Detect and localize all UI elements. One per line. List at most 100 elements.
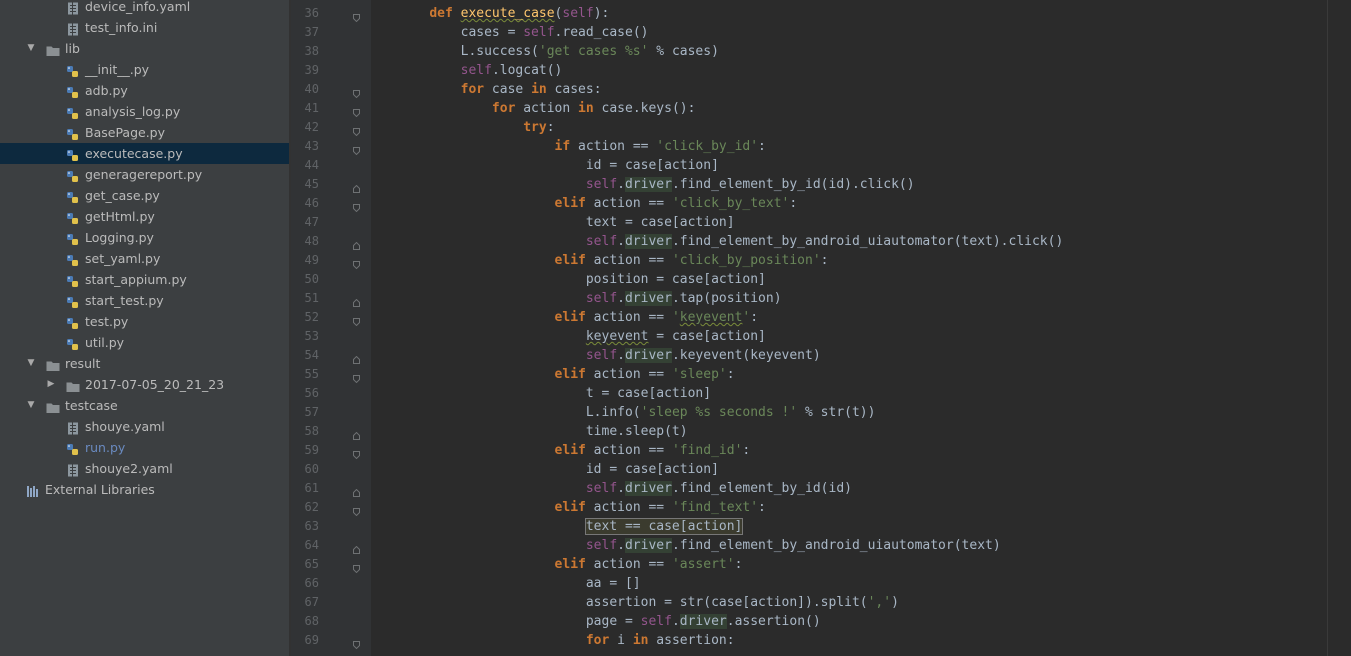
fold-start-icon[interactable] [353, 636, 360, 650]
code-line[interactable]: 57 L.info('sleep %s seconds !' % str(t)) [291, 403, 1351, 422]
tree-file[interactable]: getHtml.py [0, 206, 289, 227]
code-line[interactable]: 65 elif action == 'assert': [291, 555, 1351, 574]
tree-file[interactable]: test.py [0, 311, 289, 332]
code-line[interactable]: 41 for action in case.keys(): [291, 99, 1351, 118]
fold-end-icon[interactable] [353, 180, 360, 193]
fold-start-icon[interactable] [353, 313, 360, 327]
code-line[interactable]: 52 elif action == 'keyevent': [291, 308, 1351, 327]
code-line[interactable]: 40 for case in cases: [291, 80, 1351, 99]
line-number: 36 [304, 6, 319, 20]
expand-arrow-icon[interactable]: ▼ [26, 395, 36, 416]
code-text: self.driver.tap(position) [585, 291, 782, 306]
code-line[interactable]: 45 self.driver.find_element_by_id(id).cl… [291, 175, 1351, 194]
code-line[interactable]: 50 position = case[action] [291, 270, 1351, 289]
fold-end-icon[interactable] [353, 484, 360, 497]
line-number: 61 [304, 481, 319, 495]
fold-start-icon[interactable] [353, 370, 360, 384]
fold-start-icon[interactable] [353, 142, 360, 156]
tree-file[interactable]: Logging.py [0, 227, 289, 248]
tree-file[interactable]: set_yaml.py [0, 248, 289, 269]
fold-end-icon[interactable] [353, 541, 360, 554]
code-line[interactable]: 44 id = case[action] [291, 156, 1351, 175]
code-line[interactable]: 61 self.driver.find_element_by_id(id) [291, 479, 1351, 498]
tree-file[interactable]: shouye2.yaml [0, 458, 289, 479]
line-number: 64 [304, 538, 319, 552]
fold-start-icon[interactable] [353, 9, 360, 23]
tree-file[interactable]: device_info.yaml [0, 0, 289, 17]
tree-file[interactable]: get_case.py [0, 185, 289, 206]
code-line[interactable]: 67 assertion = str(case[action]).split('… [291, 593, 1351, 612]
code-line[interactable]: 54 self.driver.keyevent(keyevent) [291, 346, 1351, 365]
code-line[interactable]: 43 if action == 'click_by_id': [291, 137, 1351, 156]
line-number: 49 [304, 253, 319, 267]
tree-folder[interactable]: ▶ 2017-07-05_20_21_23 [0, 374, 289, 395]
fold-end-icon[interactable] [353, 237, 360, 250]
code-line[interactable]: 68 page = self.driver.assertion() [291, 612, 1351, 631]
expand-arrow-icon[interactable]: ▼ [26, 353, 36, 374]
collapse-arrow-icon[interactable]: ▶ [46, 374, 56, 395]
code-line[interactable]: 59 elif action == 'find_id': [291, 441, 1351, 460]
code-line[interactable]: 49 elif action == 'click_by_position': [291, 251, 1351, 270]
fold-start-icon[interactable] [353, 446, 360, 460]
tree-file[interactable]: External Libraries [0, 479, 289, 500]
line-number: 42 [304, 120, 319, 134]
tree-file[interactable]: BasePage.py [0, 122, 289, 143]
code-line[interactable]: 62 elif action == 'find_text': [291, 498, 1351, 517]
tree-file[interactable]: adb.py [0, 80, 289, 101]
tree-item-label: run.py [85, 440, 126, 455]
line-number: 60 [304, 462, 319, 476]
code-text: L.info('sleep %s seconds !' % str(t)) [398, 405, 876, 420]
tree-file[interactable]: run.py [0, 437, 289, 458]
tree-file[interactable]: analysis_log.py [0, 101, 289, 122]
fold-start-icon[interactable] [353, 503, 360, 517]
tree-folder[interactable]: ▼ lib [0, 38, 289, 59]
fold-start-icon[interactable] [353, 560, 360, 574]
code-line[interactable]: 37 cases = self.read_case() [291, 23, 1351, 42]
expand-arrow-icon[interactable]: ▼ [26, 38, 36, 59]
folder-icon [46, 399, 60, 413]
tree-file[interactable]: start_test.py [0, 290, 289, 311]
code-text: for case in cases: [460, 82, 602, 97]
library-icon [26, 483, 40, 497]
code-line[interactable]: 66 aa = [] [291, 574, 1351, 593]
fold-end-icon[interactable] [353, 351, 360, 364]
code-line[interactable]: 63 text == case[action] [291, 517, 1351, 536]
code-line[interactable]: 58 time.sleep(t) [291, 422, 1351, 441]
code-line[interactable]: 69 for i in assertion: [291, 631, 1351, 650]
code-line[interactable]: 46 elif action == 'click_by_text': [291, 194, 1351, 213]
code-line[interactable]: 55 elif action == 'sleep': [291, 365, 1351, 384]
tree-folder[interactable]: ▼ testcase [0, 395, 289, 416]
code-line[interactable]: 51 self.driver.tap(position) [291, 289, 1351, 308]
tree-file[interactable]: __init__.py [0, 59, 289, 80]
tree-folder[interactable]: ▼ result [0, 353, 289, 374]
fold-start-icon[interactable] [353, 85, 360, 99]
fold-start-icon[interactable] [353, 256, 360, 270]
code-line[interactable]: 38 L.success('get cases %s' % cases) [291, 42, 1351, 61]
tree-file[interactable]: start_appium.py [0, 269, 289, 290]
code-line[interactable]: 48 self.driver.find_element_by_android_u… [291, 232, 1351, 251]
tree-file[interactable]: generagereport.py [0, 164, 289, 185]
line-number: 52 [304, 310, 319, 324]
code-line[interactable]: 56 t = case[action] [291, 384, 1351, 403]
fold-end-icon[interactable] [353, 294, 360, 307]
fold-start-icon[interactable] [353, 199, 360, 213]
fold-end-icon[interactable] [353, 427, 360, 440]
code-line[interactable]: 60 id = case[action] [291, 460, 1351, 479]
python-file-icon [66, 105, 80, 119]
code-line[interactable]: 53 keyevent = case[action] [291, 327, 1351, 346]
code-line[interactable]: 42 try: [291, 118, 1351, 137]
code-line[interactable]: 39 self.logcat() [291, 61, 1351, 80]
tree-file[interactable]: executecase.py [0, 143, 289, 164]
folder-icon [46, 42, 60, 56]
fold-start-icon[interactable] [353, 104, 360, 118]
code-line[interactable]: 47 text = case[action] [291, 213, 1351, 232]
fold-start-icon[interactable] [353, 123, 360, 137]
line-number: 45 [304, 177, 319, 191]
tree-file[interactable]: shouye.yaml [0, 416, 289, 437]
tree-file[interactable]: util.py [0, 332, 289, 353]
python-file-icon [66, 210, 80, 224]
code-line[interactable]: 64 self.driver.find_element_by_android_u… [291, 536, 1351, 555]
tree-file[interactable]: test_info.ini [0, 17, 289, 38]
code-editor[interactable]: 36 def execute_case(self): 37 cases = sel… [291, 0, 1351, 656]
code-line[interactable]: 36 def execute_case(self): [291, 4, 1351, 23]
